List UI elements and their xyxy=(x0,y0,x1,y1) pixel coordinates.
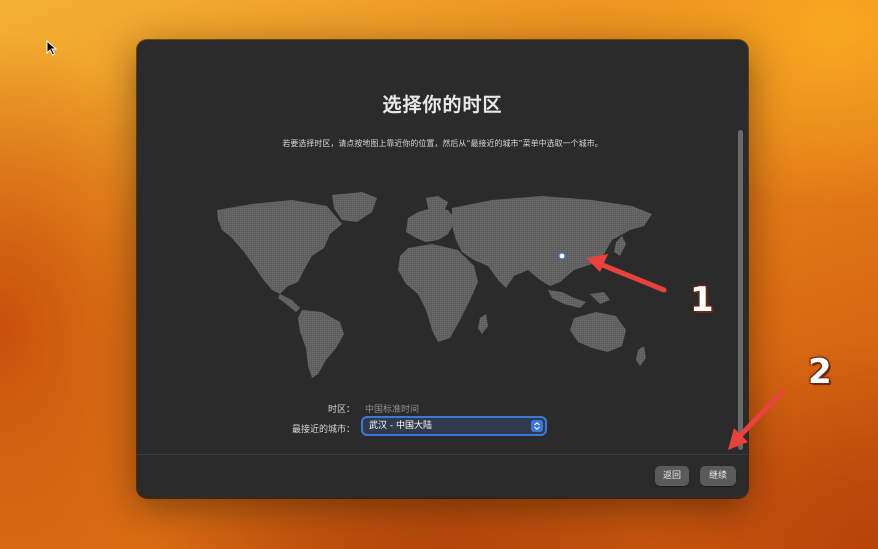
continue-button[interactable]: 继续 xyxy=(700,466,736,486)
desktop: 选择你的时区 若要选择时区，请点按地图上靠近你的位置，然后从“最接近的城市”菜单… xyxy=(0,0,878,549)
continents xyxy=(217,192,652,378)
location-pin-icon[interactable] xyxy=(558,252,566,260)
instructions-text: 若要选择时区，请点按地图上靠近你的位置，然后从“最接近的城市”菜单中选取一个城市… xyxy=(282,139,603,148)
timezone-label: 时区： xyxy=(327,405,355,415)
world-map[interactable] xyxy=(212,190,672,380)
mouse-cursor-icon xyxy=(46,40,58,56)
chevron-up-down-icon xyxy=(531,420,543,432)
timezone-setup-window: 选择你的时区 若要选择时区，请点按地图上靠近你的位置，然后从“最接近的城市”菜单… xyxy=(137,40,748,498)
annotation-step-2: 2 xyxy=(808,352,832,392)
back-button[interactable]: 返回 xyxy=(655,466,689,486)
closest-city-select[interactable]: 武汉 - 中国大陆 xyxy=(363,418,545,434)
page-title: 选择你的时区 xyxy=(382,94,503,116)
timezone-value: 中国标准时间 xyxy=(365,405,420,415)
annotation-step-1: 1 xyxy=(690,280,714,320)
footer-divider xyxy=(137,454,748,455)
closest-city-value: 武汉 - 中国大陆 xyxy=(369,421,432,431)
vertical-scrollbar[interactable] xyxy=(738,130,743,450)
closest-city-label: 最接近的城市： xyxy=(291,425,355,435)
